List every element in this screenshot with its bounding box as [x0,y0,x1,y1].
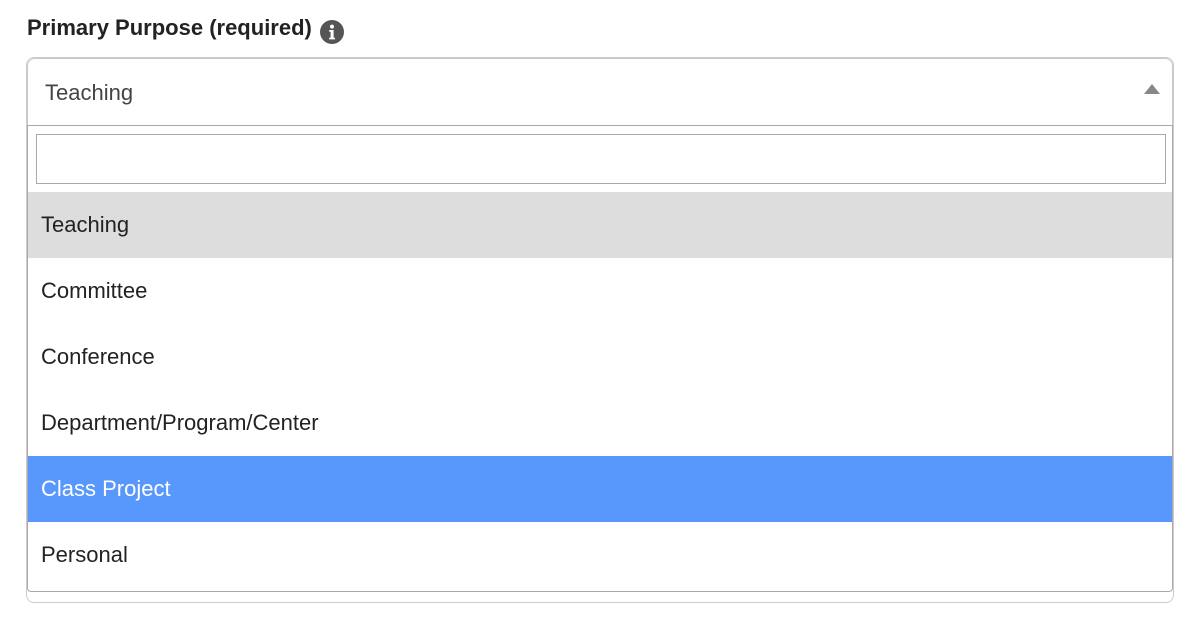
dropdown-search-wrapper [36,134,1166,184]
info-circle-icon[interactable] [319,20,344,44]
primary-purpose-select[interactable]: Teaching Teaching Committee Conference D… [27,58,1173,592]
option-personal[interactable]: Personal [28,522,1172,588]
caret-up-icon[interactable] [1144,84,1160,94]
option-department-program-center[interactable]: Department/Program/Center [28,390,1172,456]
option-label: Conference [41,344,155,369]
selected-value: Teaching [45,80,134,105]
primary-purpose-label-row: Primary Purpose (required) [27,10,344,46]
option-teaching[interactable]: Teaching [28,192,1172,258]
options-list: Teaching Committee Conference Department… [28,192,1172,588]
dropdown-search-input[interactable] [36,134,1166,184]
select-selection-box[interactable]: Teaching [27,58,1173,125]
option-label: Class Project [41,476,171,501]
option-conference[interactable]: Conference [28,324,1172,390]
option-label: Teaching [41,212,130,237]
select-dropdown: Teaching Committee Conference Department… [27,125,1173,592]
option-label: Committee [41,278,148,303]
option-class-project[interactable]: Class Project [28,456,1172,522]
option-label: Department/Program/Center [41,410,319,435]
option-committee[interactable]: Committee [28,258,1172,324]
option-label: Personal [41,542,128,567]
primary-purpose-label: Primary Purpose (required) [27,15,312,40]
